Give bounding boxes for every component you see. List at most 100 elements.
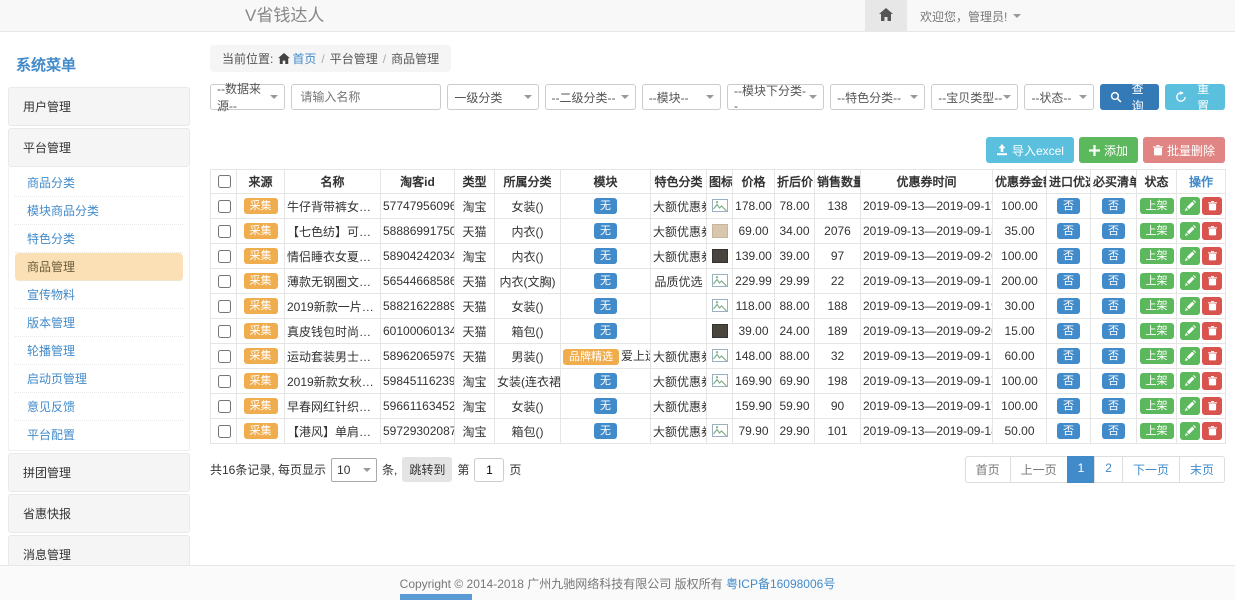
product-image-icon[interactable] xyxy=(712,199,728,213)
level1-category-select[interactable]: 一级分类 xyxy=(447,84,538,110)
delete-button[interactable] xyxy=(1202,422,1222,440)
must-buy-toggle[interactable]: 否 xyxy=(1102,373,1125,389)
sidebar-item-saving-news[interactable]: 省惠快报 xyxy=(8,494,190,533)
status-toggle[interactable]: 上架 xyxy=(1140,348,1174,364)
status-toggle[interactable]: 上架 xyxy=(1140,198,1174,214)
breadcrumb-home-link[interactable]: 首页 xyxy=(278,50,316,67)
query-button[interactable]: 查询 xyxy=(1100,84,1160,110)
item-type-select[interactable]: --宝贝类型-- xyxy=(931,84,1018,110)
import-select-toggle[interactable]: 否 xyxy=(1057,348,1080,364)
first-page-button[interactable]: 首页 xyxy=(965,456,1011,483)
sidebar-item-feature-category[interactable]: 特色分类 xyxy=(15,225,183,253)
row-checkbox[interactable] xyxy=(218,350,231,363)
status-toggle[interactable]: 上架 xyxy=(1140,223,1174,239)
import-select-toggle[interactable]: 否 xyxy=(1057,198,1080,214)
delete-button[interactable] xyxy=(1202,397,1222,415)
sidebar-item-platform-config[interactable]: 平台配置 xyxy=(15,421,183,448)
jump-button[interactable]: 跳转到 xyxy=(402,457,452,482)
product-image-icon[interactable] xyxy=(712,374,728,388)
jump-page-input[interactable] xyxy=(474,458,504,482)
must-buy-toggle[interactable]: 否 xyxy=(1102,298,1125,314)
must-buy-toggle[interactable]: 否 xyxy=(1102,198,1125,214)
sidebar-item-carousel-mgmt[interactable]: 轮播管理 xyxy=(15,337,183,365)
page-2-button[interactable]: 2 xyxy=(1094,456,1123,483)
icp-link[interactable]: 粤ICP备16098006号 xyxy=(726,575,835,592)
row-checkbox[interactable] xyxy=(218,375,231,388)
user-menu[interactable]: 欢迎您，管理员! xyxy=(920,0,1021,32)
next-page-button[interactable]: 下一页 xyxy=(1122,456,1180,483)
sidebar-item-splash-mgmt[interactable]: 启动页管理 xyxy=(15,365,183,393)
nav-home-button[interactable] xyxy=(865,0,907,32)
row-checkbox[interactable] xyxy=(218,225,231,238)
row-checkbox[interactable] xyxy=(218,300,231,313)
level2-category-select[interactable]: --二级分类-- xyxy=(545,84,636,110)
delete-button[interactable] xyxy=(1202,372,1222,390)
product-image-icon[interactable] xyxy=(712,274,728,288)
must-buy-toggle[interactable]: 否 xyxy=(1102,398,1125,414)
row-checkbox[interactable] xyxy=(218,250,231,263)
import-excel-button[interactable]: 导入excel xyxy=(986,137,1074,163)
status-toggle[interactable]: 上架 xyxy=(1140,298,1174,314)
delete-button[interactable] xyxy=(1202,297,1222,315)
edit-button[interactable] xyxy=(1180,272,1200,290)
edit-button[interactable] xyxy=(1180,247,1200,265)
import-select-toggle[interactable]: 否 xyxy=(1057,273,1080,289)
import-select-toggle[interactable]: 否 xyxy=(1057,373,1080,389)
product-thumbnail[interactable] xyxy=(712,324,728,338)
status-toggle[interactable]: 上架 xyxy=(1140,273,1174,289)
delete-button[interactable] xyxy=(1202,322,1222,340)
data-source-select[interactable]: --数据来源-- xyxy=(210,84,285,110)
sidebar-item-module-product-category[interactable]: 模块商品分类 xyxy=(15,197,183,225)
edit-button[interactable] xyxy=(1180,422,1200,440)
edit-button[interactable] xyxy=(1180,222,1200,240)
import-select-toggle[interactable]: 否 xyxy=(1057,423,1080,439)
sidebar-item-group-buy-mgmt[interactable]: 拼团管理 xyxy=(8,453,190,492)
sidebar-item-feedback[interactable]: 意见反馈 xyxy=(15,393,183,421)
sidebar-item-promo-material[interactable]: 宣传物料 xyxy=(15,281,183,309)
sidebar-item-version-mgmt[interactable]: 版本管理 xyxy=(15,309,183,337)
add-button[interactable]: 添加 xyxy=(1079,137,1138,163)
import-select-toggle[interactable]: 否 xyxy=(1057,298,1080,314)
status-select[interactable]: --状态-- xyxy=(1024,84,1093,110)
product-thumbnail[interactable] xyxy=(712,224,728,238)
delete-button[interactable] xyxy=(1202,272,1222,290)
row-checkbox[interactable] xyxy=(218,325,231,338)
must-buy-toggle[interactable]: 否 xyxy=(1102,273,1125,289)
sidebar-item-product-category[interactable]: 商品分类 xyxy=(15,169,183,197)
delete-button[interactable] xyxy=(1202,222,1222,240)
select-all-checkbox[interactable] xyxy=(218,175,231,188)
last-page-button[interactable]: 末页 xyxy=(1179,456,1225,483)
status-toggle[interactable]: 上架 xyxy=(1140,248,1174,264)
delete-button[interactable] xyxy=(1202,197,1222,215)
delete-button[interactable] xyxy=(1202,247,1222,265)
row-checkbox[interactable] xyxy=(218,200,231,213)
import-select-toggle[interactable]: 否 xyxy=(1057,323,1080,339)
status-toggle[interactable]: 上架 xyxy=(1140,398,1174,414)
status-toggle[interactable]: 上架 xyxy=(1140,323,1174,339)
row-checkbox[interactable] xyxy=(218,425,231,438)
page-1-button[interactable]: 1 xyxy=(1067,456,1096,483)
delete-button[interactable] xyxy=(1202,347,1222,365)
product-image-icon[interactable] xyxy=(712,424,728,438)
page-size-select[interactable]: 10 xyxy=(331,458,377,482)
must-buy-toggle[interactable]: 否 xyxy=(1102,423,1125,439)
module-select[interactable]: --模块-- xyxy=(642,84,721,110)
must-buy-toggle[interactable]: 否 xyxy=(1102,248,1125,264)
edit-button[interactable] xyxy=(1180,372,1200,390)
status-toggle[interactable]: 上架 xyxy=(1140,423,1174,439)
product-image-icon[interactable] xyxy=(712,299,728,313)
sidebar-item-message-mgmt[interactable]: 消息管理 xyxy=(8,535,190,565)
name-search-input[interactable] xyxy=(291,84,441,110)
status-toggle[interactable]: 上架 xyxy=(1140,373,1174,389)
sidebar-item-product-mgmt[interactable]: 商品管理 xyxy=(15,253,183,281)
prev-page-button[interactable]: 上一页 xyxy=(1010,456,1068,483)
sidebar-item-user-mgmt[interactable]: 用户管理 xyxy=(8,87,190,126)
must-buy-toggle[interactable]: 否 xyxy=(1102,223,1125,239)
import-select-toggle[interactable]: 否 xyxy=(1057,223,1080,239)
must-buy-toggle[interactable]: 否 xyxy=(1102,348,1125,364)
module-subcategory-select[interactable]: --模块下分类-- xyxy=(727,84,824,110)
import-select-toggle[interactable]: 否 xyxy=(1057,398,1080,414)
edit-button[interactable] xyxy=(1180,397,1200,415)
batch-delete-button[interactable]: 批量删除 xyxy=(1143,137,1225,163)
row-checkbox[interactable] xyxy=(218,275,231,288)
